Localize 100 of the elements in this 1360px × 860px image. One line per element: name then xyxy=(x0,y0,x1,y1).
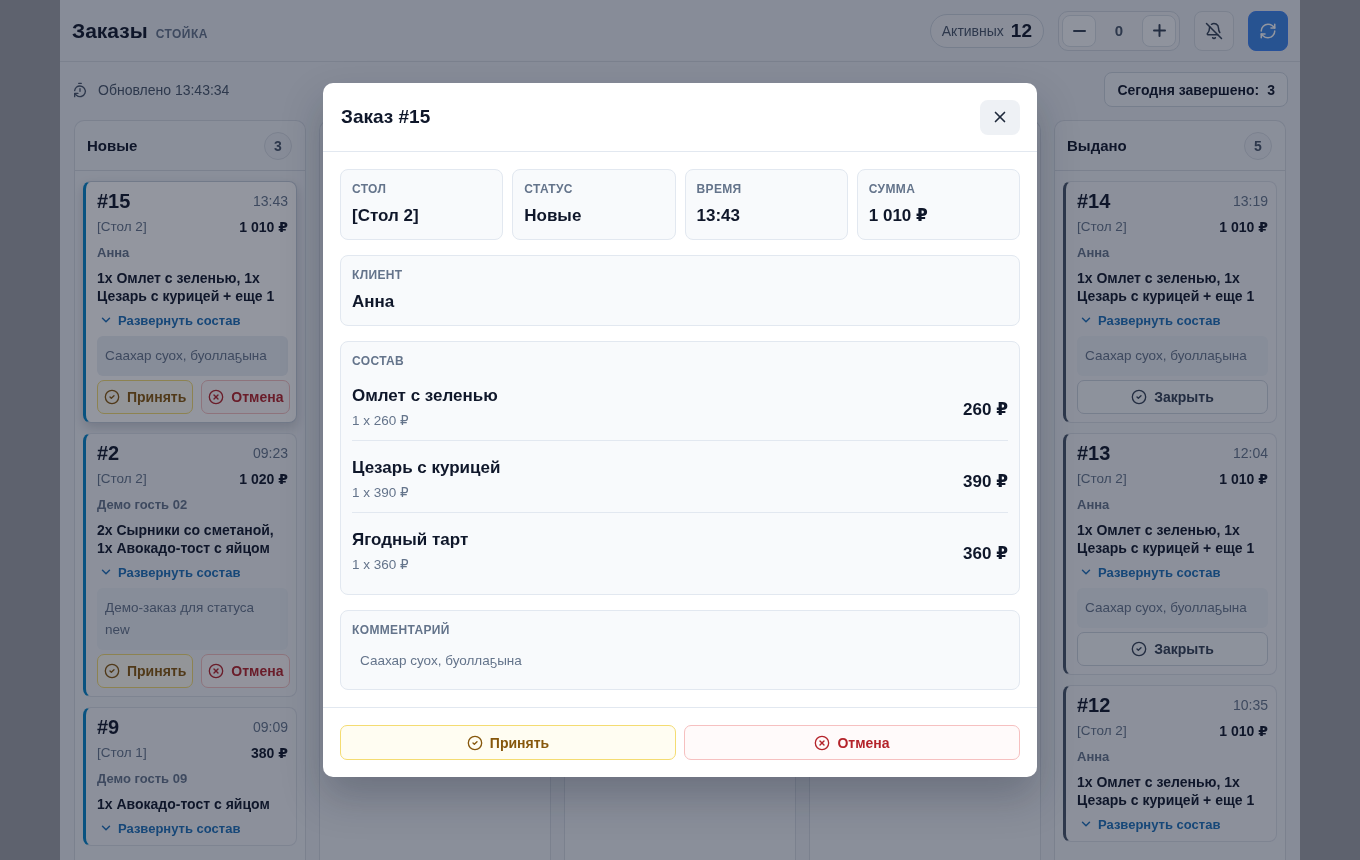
table-label: [Стол 2] xyxy=(1077,218,1127,236)
order-time: 13:43 xyxy=(252,193,288,209)
guest-name: Анна xyxy=(1077,748,1111,766)
tile-label: ВРЕМЯ xyxy=(696,181,743,197)
refresh-button[interactable] xyxy=(1248,10,1288,51)
order-items: 1x Омлет с зеленью, 1x Цезарь с курицей + еще 1 xyxy=(1077,521,1256,557)
guest-name: Анна xyxy=(1077,496,1111,514)
cancel-button[interactable]: Отмена xyxy=(201,380,291,414)
accept-button[interactable]: Принять xyxy=(340,725,676,760)
expand-link[interactable]: Развернуть состав xyxy=(1077,815,1221,833)
order-time: 10:35 xyxy=(1232,697,1268,713)
minus-button[interactable] xyxy=(1062,14,1096,47)
table-label: [Стол 1] xyxy=(97,744,147,762)
tile-value: 1 010 ₽ xyxy=(868,205,929,227)
item-name: Омлет с зеленью xyxy=(352,385,498,407)
order-card[interactable]: #14 13:19 [Стол 2] 1 010 ₽ Анна 1x Омлет с зеленью, 1x Цезарь с курицей + еще 1 Развернуть состав Саахар суох, буоллаҕына Закрыть xyxy=(1063,181,1277,423)
order-total: 1 010 ₽ xyxy=(239,218,288,236)
x-circle-icon xyxy=(208,389,225,405)
active-count: 12 xyxy=(1010,19,1032,42)
comment-text: Саахар суох, буоллаҕына xyxy=(359,652,523,670)
completed-label: Сегодня завершено: xyxy=(1117,81,1260,98)
table-label: [Стол 2] xyxy=(97,470,147,488)
page-title: Заказы xyxy=(72,18,148,43)
item-quantity: 1 x 260 ₽ xyxy=(352,412,410,430)
order-total: 1 020 ₽ xyxy=(239,470,288,488)
item-quantity: 1 x 360 ₽ xyxy=(352,556,410,574)
close-order-button[interactable]: Закрыть xyxy=(1077,632,1268,666)
expand-link[interactable]: Развернуть состав xyxy=(97,311,241,329)
minus-icon xyxy=(1072,29,1086,32)
order-comment: Саахар суох, буоллаҕына xyxy=(1077,588,1268,628)
cancel-button[interactable]: Отмена xyxy=(684,725,1020,760)
close-order-button[interactable]: Закрыть xyxy=(1077,380,1268,414)
item-name: Ягодный тарт xyxy=(352,529,469,551)
guest-name: Демо гость 09 xyxy=(97,770,189,788)
tile-label: КЛИЕНТ xyxy=(352,267,404,283)
check-circle-icon xyxy=(104,389,120,405)
plus-button[interactable] xyxy=(1142,14,1176,47)
order-items: 1x Омлет с зеленью, 1x Цезарь с курицей + еще 1 xyxy=(97,269,276,305)
order-comment: Саахар суох, буоллаҕына xyxy=(97,336,288,376)
order-card[interactable]: #2 09:23 [Стол 2] 1 020 ₽ Демо гость 02 2x Сырники со сметаной, 1x Авокадо-тост с яйцом Развернуть состав Демо-заказ для статуса new Принять Отмена xyxy=(83,433,297,697)
stopwatch-icon xyxy=(72,81,88,98)
column-title: Выдано xyxy=(1067,137,1127,154)
x-circle-icon xyxy=(208,663,225,679)
tile-value: Новые xyxy=(524,205,583,227)
dialog-title: Заказ #15 xyxy=(341,106,431,128)
order-items: 2x Сырники со сметаной, 1x Авокадо-тост с яйцом xyxy=(97,521,275,557)
order-number: #9 xyxy=(97,715,120,739)
tile-label: СТОЛ xyxy=(352,181,388,197)
table-label: [Стол 2] xyxy=(1077,722,1127,740)
cancel-button[interactable]: Отмена xyxy=(201,654,291,688)
order-time: 09:23 xyxy=(252,445,288,461)
item-name: Цезарь с курицей xyxy=(352,457,501,479)
tile-value: 13:43 xyxy=(696,205,741,227)
column-title: Новые xyxy=(87,137,138,154)
bell-off-icon xyxy=(1205,21,1223,40)
order-comment: Саахар суох, буоллаҕына xyxy=(1077,336,1268,376)
column-count: 3 xyxy=(264,131,292,160)
stepper-value: 0 xyxy=(1113,22,1125,39)
active-label: Активных xyxy=(941,22,1004,39)
order-items: 1x Омлет с зеленью, 1x Цезарь с курицей + еще 1 xyxy=(1077,773,1256,809)
order-total: 1 010 ₽ xyxy=(1219,722,1268,740)
order-total: 1 010 ₽ xyxy=(1219,470,1268,488)
mute-button[interactable] xyxy=(1194,10,1234,51)
item-quantity: 1 x 390 ₽ xyxy=(352,484,410,502)
x-circle-icon xyxy=(814,734,831,751)
accept-button[interactable]: Принять xyxy=(97,380,194,414)
order-total: 380 ₽ xyxy=(251,744,288,762)
expand-link[interactable]: Развернуть состав xyxy=(1077,563,1221,581)
tile-label: СУММА xyxy=(868,181,917,197)
completed-count: 3 xyxy=(1267,81,1275,98)
order-time: 13:19 xyxy=(1232,193,1268,209)
table-label: [Стол 2] xyxy=(97,218,147,236)
order-time: 12:04 xyxy=(1232,445,1268,461)
item-price: 360 ₽ xyxy=(963,543,1008,564)
page-subtitle: СТОЙКА xyxy=(155,26,208,41)
check-circle-icon xyxy=(1131,641,1148,657)
order-number: #12 xyxy=(1077,693,1111,717)
order-card[interactable]: #15 13:43 [Стол 2] 1 010 ₽ Анна 1x Омлет с зеленью, 1x Цезарь с курицей + еще 1 Развернуть состав Саахар суох, буоллаҕына Принять Отмена xyxy=(83,181,297,423)
expand-link[interactable]: Развернуть состав xyxy=(97,819,241,837)
guest-name: Анна xyxy=(1077,244,1111,262)
check-circle-icon xyxy=(1131,389,1148,405)
accept-button[interactable]: Принять xyxy=(97,654,194,688)
order-number: #14 xyxy=(1077,189,1111,213)
order-card[interactable]: #9 09:09 [Стол 1] 380 ₽ Демо гость 09 1x Авокадо-тост с яйцом Развернуть состав xyxy=(83,707,297,846)
refresh-icon xyxy=(1259,21,1277,40)
order-number: #2 xyxy=(97,441,120,465)
order-time: 09:09 xyxy=(252,719,288,735)
tile-label: СТАТУС xyxy=(524,181,574,197)
panel-label: СОСТАВ xyxy=(352,353,406,369)
item-price: 390 ₽ xyxy=(963,471,1008,492)
expand-link[interactable]: Развернуть состав xyxy=(97,563,241,581)
order-card[interactable]: #13 12:04 [Стол 2] 1 010 ₽ Анна 1x Омлет с зеленью, 1x Цезарь с курицей + еще 1 Развернуть состав Саахар суох, буоллаҕына Закрыть xyxy=(1063,433,1277,675)
check-circle-icon xyxy=(104,663,120,679)
order-card[interactable]: #12 10:35 [Стол 2] 1 010 ₽ Анна 1x Омлет с зеленью, 1x Цезарь с курицей + еще 1 Развернуть состав xyxy=(1063,685,1277,842)
item-price: 260 ₽ xyxy=(963,399,1008,420)
client-name: Анна xyxy=(352,291,396,313)
close-button[interactable] xyxy=(980,99,1020,135)
guest-name: Анна xyxy=(97,244,131,262)
expand-link[interactable]: Развернуть состав xyxy=(1077,311,1221,329)
order-comment: Демо-заказ для статуса new xyxy=(97,588,288,650)
